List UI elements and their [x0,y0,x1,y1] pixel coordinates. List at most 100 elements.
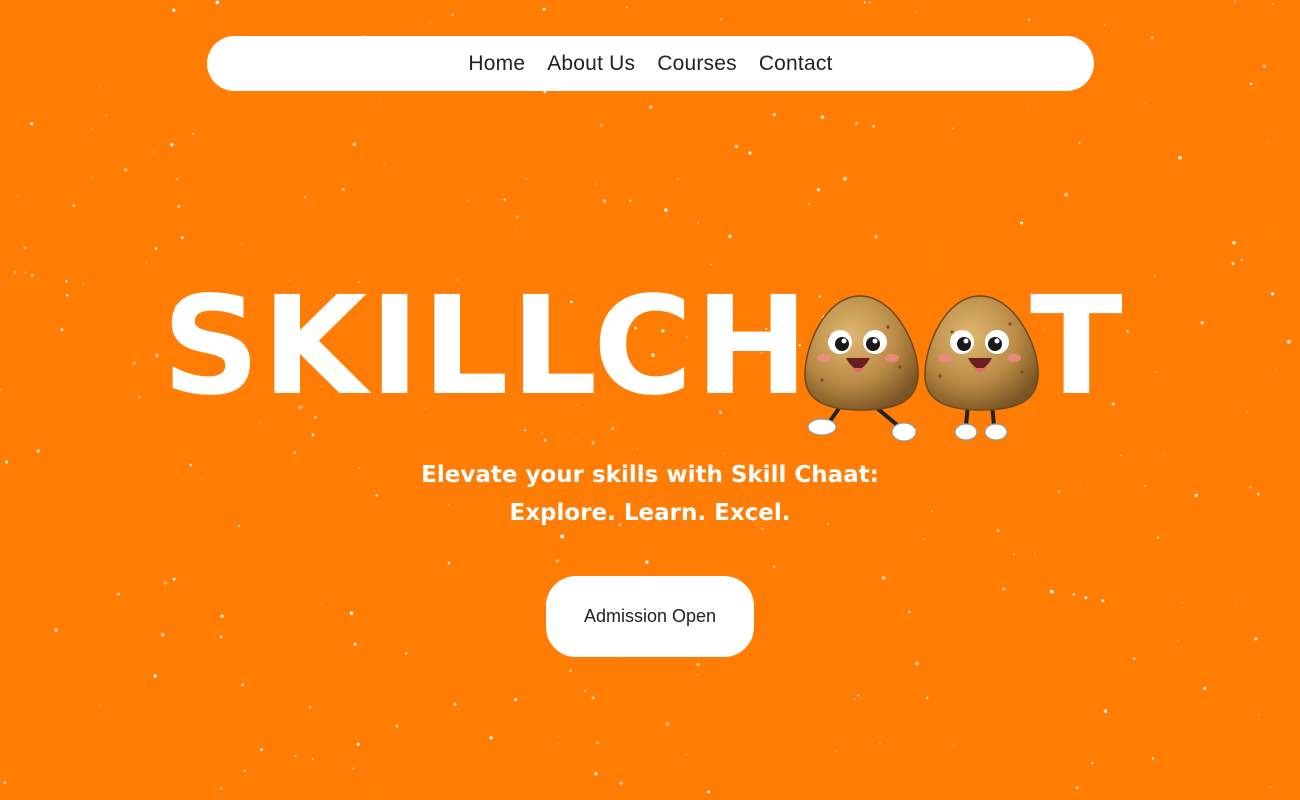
star-dot [153,674,157,678]
star-dot [515,215,519,219]
star-dot [1133,657,1136,660]
star-dot [172,577,176,581]
star-dot [1266,141,1268,143]
potato-mascot-icon [924,295,1039,441]
star-dot [98,86,100,89]
star-dot [685,753,688,756]
star-dot [180,236,184,240]
star-dot [99,704,102,706]
star-dot [710,263,713,266]
nav-home-link[interactable]: Home [468,52,525,76]
star-dot [177,205,181,209]
star-dot [1103,24,1106,26]
star-dot [36,449,40,453]
star-dot [311,758,314,760]
star-dot [160,632,165,637]
star-dot [1233,0,1237,3]
star-dot [220,614,224,618]
hero-tagline: Elevate your skills with Skill Chaat: Ex… [0,456,1300,532]
star-dot [145,261,148,264]
star-dot [915,661,919,666]
star-dot [220,787,223,790]
nav-courses-link[interactable]: Courses [657,52,737,76]
star-dot [382,798,384,800]
nav-contact-link[interactable]: Contact [759,52,833,76]
star-dot [835,750,838,753]
star-dot [625,6,628,9]
star-dot [308,706,312,709]
star-dot [241,683,244,686]
star-dot [72,204,76,207]
star-dot [677,178,679,180]
star-dot [591,696,595,700]
star-dot [1020,221,1024,225]
star-dot [513,697,518,702]
star-dot [1013,553,1015,556]
star-dot [908,610,911,614]
nav-about-us-link[interactable]: About Us [547,52,635,76]
star-dot [192,132,194,135]
title-word-skill: SKILL [162,268,600,426]
star-dot [341,187,345,192]
star-dot [503,198,506,201]
star-dot [105,114,108,116]
star-dot [854,121,859,125]
star-dot [543,90,547,94]
star-dot [380,98,382,100]
star-dot [1091,761,1094,765]
star-dot [1027,18,1031,21]
star-dot [356,742,360,746]
star-dot [1178,155,1183,160]
star-dot [353,642,357,647]
star-dot [54,627,59,632]
star-dot [696,673,699,676]
star-dot [3,781,7,785]
star-dot [1263,227,1265,230]
star-dot [557,735,560,738]
star-dot [665,721,670,726]
star-dot [853,698,856,701]
potato-mascot-icon [804,295,919,442]
star-dot [596,741,600,745]
star-dot [1232,241,1236,245]
star-dot [451,13,454,16]
star-dot [619,781,624,786]
star-dot [874,234,878,239]
star-dot [594,771,598,776]
star-dot [772,564,776,568]
star-dot [241,242,243,244]
admission-open-button[interactable]: Admission Open [546,576,754,657]
star-dot [1151,757,1155,760]
star-dot [1049,589,1054,594]
star-dot [807,202,811,205]
star-dot [734,144,739,149]
star-dot [1249,82,1253,86]
star-dot [772,113,776,117]
star-dot [1150,36,1154,40]
star-dot [1026,108,1029,111]
star-dot [722,452,725,455]
star-dot [16,195,19,198]
star-dot [664,208,668,212]
star-dot [820,115,825,119]
star-dot [915,10,917,13]
star-dot [1034,553,1036,555]
star-dot [91,176,94,179]
star-dot [1002,587,1006,591]
star-dot [395,724,399,728]
star-dot [23,246,27,250]
star-dot [869,1,871,4]
star-dot [555,559,560,563]
star-dot [1075,785,1079,790]
star-dot [293,451,297,454]
star-dot [352,767,355,770]
star-dot [863,1,866,4]
star-dot [243,769,246,772]
tagline-line-2: Explore. Learn. Excel. [509,500,791,526]
star-dot [447,561,451,565]
star-dot [1103,709,1108,713]
star-dot [404,652,408,655]
star-dot [842,176,847,181]
star-dot [260,748,263,752]
star-dot [116,592,120,596]
